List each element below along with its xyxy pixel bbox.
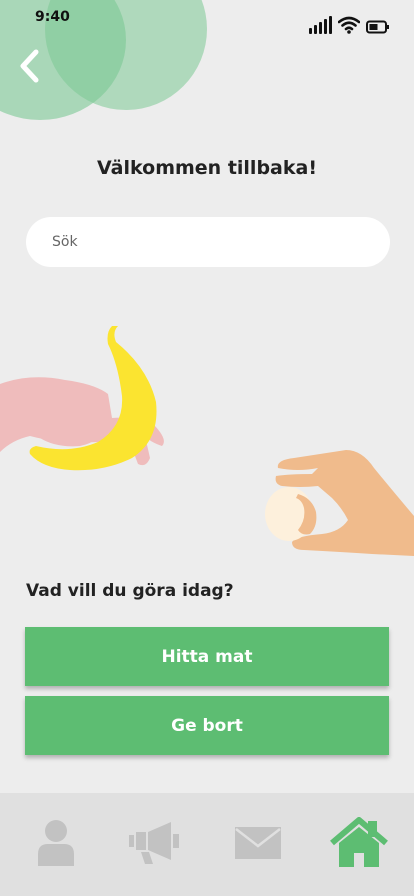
mail-icon bbox=[235, 827, 281, 859]
page-title: Välkommen tillbaka! bbox=[97, 157, 317, 179]
megaphone-icon bbox=[129, 822, 179, 864]
question-heading: Vad vill du göra idag? bbox=[26, 581, 234, 601]
bottom-tab-bar bbox=[0, 793, 414, 896]
status-icons bbox=[309, 16, 390, 34]
wifi-icon bbox=[338, 16, 360, 34]
tab-announcements[interactable] bbox=[124, 813, 186, 873]
status-time: 9:40 bbox=[35, 9, 70, 25]
tab-profile[interactable] bbox=[30, 813, 82, 873]
profile-icon bbox=[38, 820, 74, 866]
find-food-button[interactable]: Hitta mat bbox=[25, 627, 389, 686]
back-button[interactable] bbox=[14, 46, 50, 86]
cellular-signal-icon bbox=[309, 16, 332, 34]
home-icon bbox=[330, 817, 388, 867]
battery-icon bbox=[366, 20, 389, 34]
chevron-left-icon bbox=[20, 49, 39, 83]
search-input[interactable] bbox=[26, 217, 390, 267]
hand-with-egg-illustration bbox=[265, 450, 414, 556]
screen: 9:40 Välkommen tillbaka! Sök Vad vill du… bbox=[0, 0, 414, 896]
tab-home[interactable] bbox=[328, 813, 390, 873]
tab-messages[interactable] bbox=[232, 813, 284, 873]
hand-with-banana-illustration bbox=[0, 326, 164, 471]
give-away-button[interactable]: Ge bort bbox=[25, 696, 389, 755]
